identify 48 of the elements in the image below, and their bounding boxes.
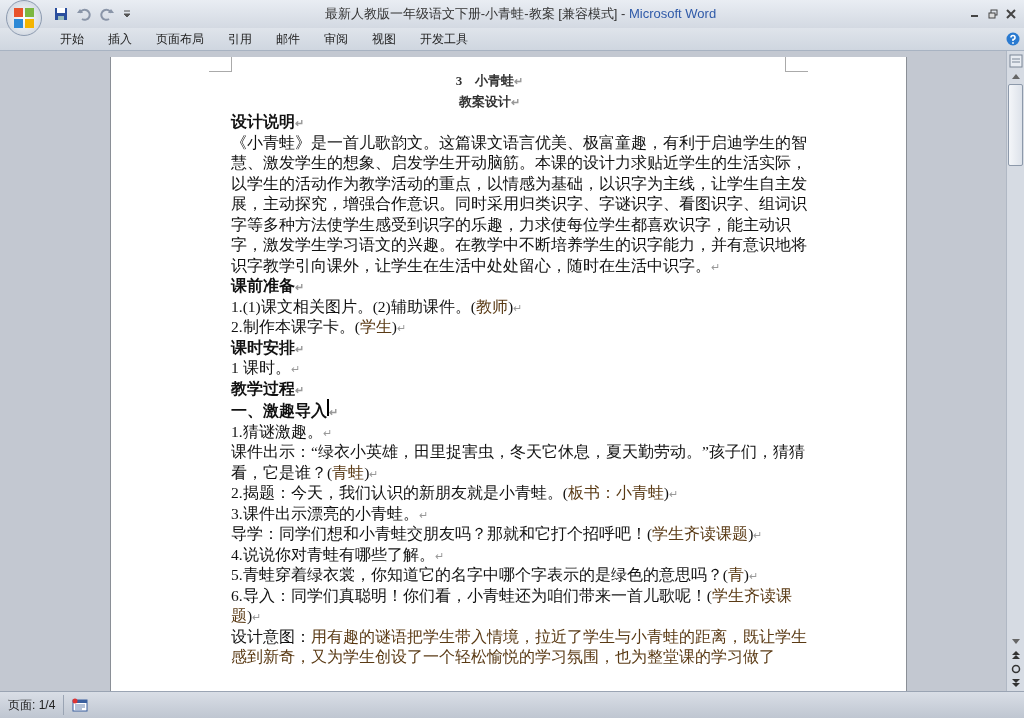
paragraph: 设计意图：用有趣的谜语把学生带入情境，拉近了学生与小青蛙的距离，既让学生感到新奇，又为学生创设了一个轻松愉悦的学习氛围，也为整堂课的学习做了 bbox=[231, 626, 808, 667]
undo-icon[interactable] bbox=[77, 7, 91, 21]
paragraph: 3.课件出示漂亮的小青蛙。↵ bbox=[231, 503, 429, 524]
ribbon-tab[interactable]: 引用 bbox=[216, 29, 264, 49]
section-heading: 课前准备↵ bbox=[231, 276, 305, 296]
help-icon[interactable] bbox=[1006, 32, 1020, 46]
ribbon-tab[interactable]: 开发工具 bbox=[408, 29, 480, 49]
dropdown-icon[interactable] bbox=[123, 10, 131, 18]
redo-icon[interactable] bbox=[100, 7, 114, 21]
section-heading: 课时安排↵ bbox=[231, 337, 305, 358]
paragraph: 5.青蛙穿着绿衣裳，你知道它的名字中哪个字表示的是绿色的意思吗？(青)↵ bbox=[231, 565, 759, 585]
restore-icon[interactable] bbox=[988, 9, 998, 19]
paragraph: 1 课时。↵ bbox=[231, 358, 301, 378]
document-title: 3 小青蛙↵ bbox=[454, 72, 525, 90]
vertical-scrollbar[interactable] bbox=[1006, 51, 1024, 691]
previous-page-icon[interactable] bbox=[1010, 650, 1021, 660]
save-icon[interactable] bbox=[54, 7, 68, 21]
section-heading: 设计说明↵ bbox=[231, 112, 305, 132]
next-page-icon[interactable] bbox=[1010, 678, 1021, 688]
document-title: 教案设计↵ bbox=[458, 92, 521, 111]
scroll-down-icon[interactable] bbox=[1010, 638, 1021, 646]
window-title: 最新人教版一年级语文下册-小青蛙-教案 [兼容模式] - Microsoft Word bbox=[323, 5, 718, 23]
browse-object-icon[interactable] bbox=[1010, 664, 1021, 674]
ribbon-tab[interactable]: 审阅 bbox=[312, 29, 360, 49]
ribbon-tab[interactable]: 邮件 bbox=[264, 29, 312, 49]
ribbon-tab[interactable]: 插入 bbox=[96, 29, 144, 49]
document-check-icon[interactable] bbox=[72, 698, 89, 712]
ruler-toggle-icon[interactable] bbox=[1008, 54, 1023, 68]
crop-mark bbox=[785, 57, 808, 72]
paragraph: 课件出示：“绿衣小英雄，田里捉害虫，冬天它休息，夏天勤劳动。”孩子们，猜猜看，它是谁？(青蛙)↵ bbox=[231, 442, 806, 483]
paragraph: 《小青蛙》是一首儿歌韵文。这篇课文语言优美、极富童趣，有利于启迪学生的智慧、激发学生的想象、启发学生开动脑筋。本课的设计力求贴近学生的生活实际，以学生的活动作为教学活动的重点，以情感为基础，以识字为主线，让学生自主发展，主动探究，增强合作意识。同时采用归类识字、字谜识字、看图识字、组词识字等多种方法使学生感受到识字的乐趣，力求使每位学生都喜欢识字，能主动识字，激发学生学习语文的兴趣。在教学中不断培养学生的识字能力，并有意识地将识字教学引向课外，让学生在生活中处处留心，随时在生活中识字。↵ bbox=[231, 132, 808, 276]
close-icon[interactable] bbox=[1006, 9, 1016, 19]
paragraph: 6.导入：同学们真聪明！你们看，小青蛙还为咱们带来一首儿歌呢！(学生齐读课题)↵ bbox=[231, 585, 793, 626]
paragraph: 2.揭题：今天，我们认识的新朋友就是小青蛙。(板书：小青蛙)↵ bbox=[231, 483, 679, 503]
crop-mark bbox=[209, 57, 232, 72]
scroll-thumb[interactable] bbox=[1008, 84, 1023, 166]
ribbon-tab[interactable]: 视图 bbox=[360, 29, 408, 49]
paragraph: 导学：同学们想和小青蛙交朋友吗？那就和它打个招呼吧！(学生齐读课题)↵ bbox=[231, 524, 764, 544]
scroll-up-icon[interactable] bbox=[1010, 72, 1021, 80]
section-heading: 一、激趣导入↵ bbox=[231, 399, 808, 422]
paragraph: 4.说说你对青蛙有哪些了解。↵ bbox=[231, 544, 445, 565]
paragraph: 2.制作本课字卡。(学生)↵ bbox=[231, 317, 407, 337]
section-heading: 教学过程↵ bbox=[231, 378, 305, 399]
ribbon-tab[interactable]: 页面布局 bbox=[144, 29, 216, 49]
ribbon-tab[interactable]: 开始 bbox=[48, 29, 96, 49]
page-count[interactable]: 页面: 1/4 bbox=[0, 695, 65, 715]
paragraph: 1.(1)课文相关图片。(2)辅助课件。(教师)↵ bbox=[231, 296, 524, 317]
paragraph: 1.猜谜激趣。↵ bbox=[231, 421, 333, 442]
